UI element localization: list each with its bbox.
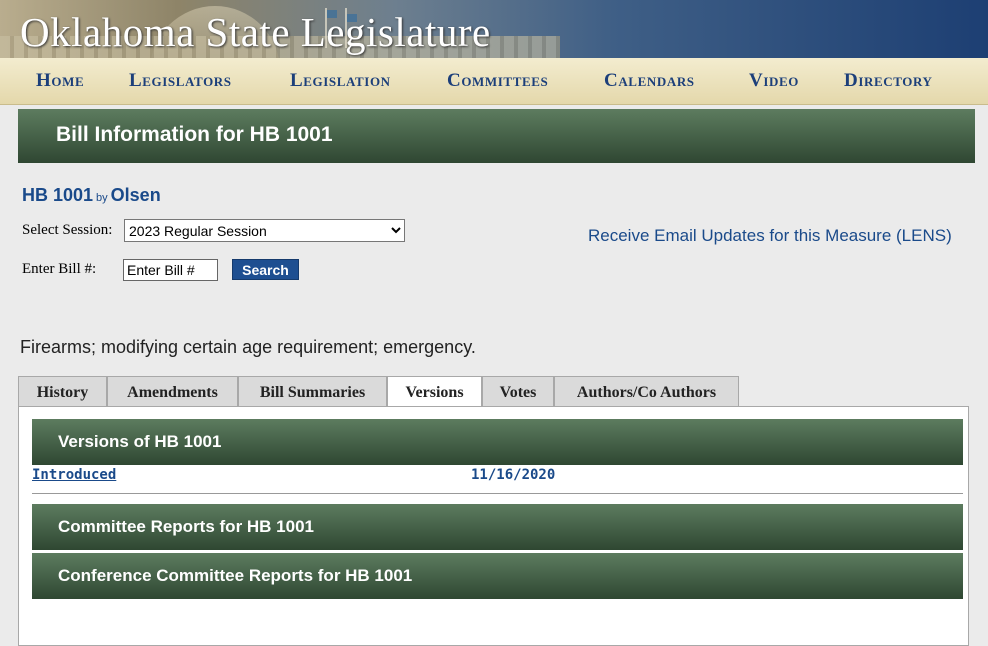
nav-directory[interactable]: Directory	[844, 70, 933, 92]
versions-section-title: Versions of HB 1001	[58, 432, 222, 451]
bill-number: HB 1001	[22, 185, 94, 205]
bill-author-link[interactable]: Olsen	[111, 185, 161, 205]
tab-bill-summaries[interactable]: Bill Summaries	[238, 376, 387, 406]
bill-title: HB 1001 by Olsen	[22, 185, 161, 206]
session-label: Select Session:	[22, 222, 113, 238]
search-button[interactable]: Search	[232, 259, 299, 280]
nav-legislators[interactable]: Legislators	[129, 70, 232, 92]
committee-reports-header[interactable]: Committee Reports for HB 1001	[32, 504, 963, 550]
bill-by-label: by	[96, 192, 108, 204]
page-title: Bill Information for HB 1001	[56, 123, 333, 146]
nav-home[interactable]: Home	[36, 70, 84, 92]
bill-number-label: Enter Bill #:	[22, 261, 97, 277]
tab-versions[interactable]: Versions	[387, 376, 482, 407]
nav-committees[interactable]: Committees	[447, 70, 548, 92]
conference-reports-title: Conference Committee Reports for HB 1001	[58, 566, 413, 585]
nav-calendars[interactable]: Calendars	[604, 70, 695, 92]
bill-number-input[interactable]	[123, 259, 218, 281]
tab-history[interactable]: History	[18, 376, 107, 406]
tab-amendments[interactable]: Amendments	[107, 376, 238, 406]
bill-description: Firearms; modifying certain age requirem…	[20, 337, 476, 357]
versions-section-header: Versions of HB 1001	[32, 419, 963, 465]
row-divider	[32, 493, 963, 494]
site-title[interactable]: Oklahoma State Legislature	[20, 8, 491, 56]
lens-email-updates-link[interactable]: Receive Email Updates for this Measure (…	[588, 226, 952, 246]
tab-votes[interactable]: Votes	[482, 376, 554, 406]
main-nav: Home Legislators Legislation Committees …	[0, 58, 988, 105]
tab-authors-co-authors[interactable]: Authors/Co Authors	[554, 376, 739, 406]
site-banner: Oklahoma State Legislature	[0, 0, 988, 58]
page-header: Bill Information for HB 1001	[18, 109, 975, 163]
committee-reports-title: Committee Reports for HB 1001	[58, 517, 315, 536]
session-select[interactable]: 2023 Regular Session	[124, 219, 405, 242]
nav-video[interactable]: Video	[749, 70, 799, 92]
version-introduced-link[interactable]: Introduced	[32, 467, 116, 483]
version-date: 11/16/2020	[471, 467, 556, 483]
nav-legislation[interactable]: Legislation	[290, 70, 391, 92]
conference-reports-header[interactable]: Conference Committee Reports for HB 1001	[32, 553, 963, 599]
